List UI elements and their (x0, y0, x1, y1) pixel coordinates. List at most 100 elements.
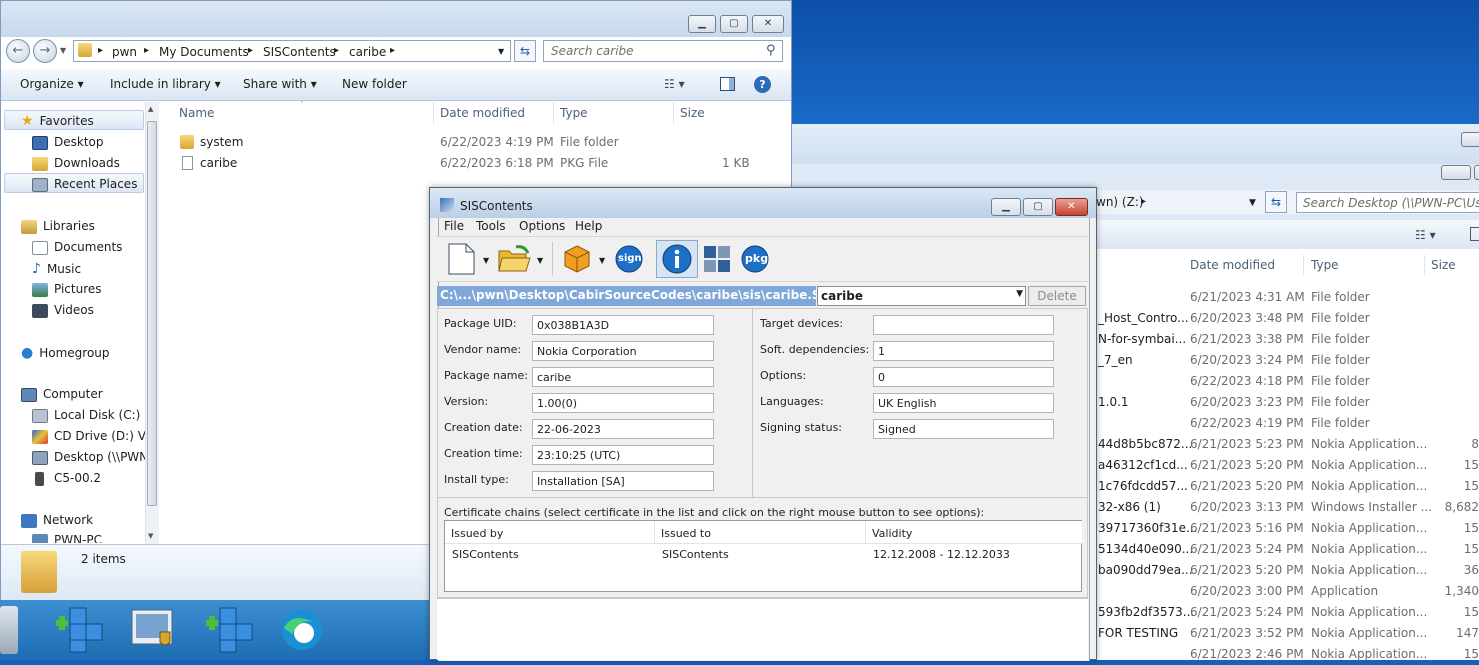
background-file-row[interactable]: 32-x86 (1) 6/20/2023 3:13 PM Windows Insta… (1090, 497, 1479, 518)
view-options-icon[interactable]: ☷ ▾ (1415, 228, 1436, 242)
nav-homegroup[interactable]: ● Homegroup (21, 345, 110, 365)
search-input[interactable]: Search caribe (543, 40, 783, 62)
nav-phone[interactable]: C5-00.2 (32, 471, 101, 491)
new-file-icon[interactable] (446, 243, 476, 275)
help-icon[interactable]: ? (754, 76, 771, 93)
edge-browser-icon[interactable] (278, 606, 326, 654)
column-header-date[interactable]: Date modified (1190, 258, 1275, 272)
background-file-row[interactable]: FOR TESTING 6/21/2023 3:52 PM Nokia Applic… (1090, 623, 1479, 644)
preview-pane-icon[interactable] (720, 77, 735, 91)
background-file-row[interactable]: 5134d40e090... 6/21/2023 5:24 PM Nokia App… (1090, 539, 1479, 560)
refresh-icon[interactable]: ⇆ (1265, 191, 1287, 213)
column-header-type[interactable]: Type (560, 106, 588, 120)
column-header-size[interactable]: Size (680, 106, 705, 120)
nav-recent-places[interactable]: Recent Places (32, 177, 137, 197)
dialog-close-button[interactable]: ✕ (1055, 198, 1088, 216)
components-icon[interactable] (703, 245, 733, 275)
cert-col-issued-by[interactable]: Issued by (445, 521, 655, 544)
prop-value-field[interactable]: 0x038B1A3D (532, 315, 714, 335)
column-header-size[interactable]: Size (1431, 258, 1456, 272)
preview-pane-icon[interactable] (1470, 227, 1479, 241)
nav-desktop[interactable]: Desktop (32, 135, 104, 155)
cert-col-validity[interactable]: Validity (866, 521, 1082, 544)
background-file-row[interactable]: 6/21/2023 2:46 PM Nokia Application... 15 (1090, 644, 1479, 665)
prop-value-field[interactable]: Nokia Corporation (532, 341, 714, 361)
background-minimize-button-2[interactable] (1441, 165, 1471, 180)
pkg-button[interactable]: pkg (740, 244, 770, 274)
address-dropdown-icon[interactable]: ▼ (1249, 198, 1256, 208)
prop-value-field[interactable]: UK English (873, 393, 1054, 413)
column-header-type[interactable]: Type (1311, 258, 1339, 272)
column-header-name[interactable]: Name (179, 106, 214, 120)
background-file-row[interactable]: 593fb2df3573... 6/21/2023 5:24 PM Nokia Ap… (1090, 602, 1479, 623)
prop-value-field[interactable]: 23:10:25 (UTC) (532, 445, 714, 465)
background-file-row[interactable]: _Host_Contro... 6/20/2023 3:48 PM File fol… (1090, 308, 1479, 329)
address-dropdown-icon[interactable]: ▼ (498, 47, 504, 56)
background-file-row[interactable]: ba090dd79ea... 6/21/2023 5:20 PM Nokia App… (1090, 560, 1479, 581)
maximize-button[interactable]: ▢ (720, 15, 748, 33)
nav-libraries[interactable]: Libraries (21, 219, 95, 239)
menu-tools[interactable]: Tools (476, 219, 506, 233)
address-bar[interactable]: ▸ pwn ▸ My Documents ▸ SISContents ▸ car… (73, 40, 511, 62)
delete-button[interactable]: Delete (1028, 286, 1086, 306)
taskbar-app-icon[interactable] (206, 606, 254, 654)
background-file-row[interactable]: 6/20/2023 3:00 PM Application 1,340 (1090, 581, 1479, 602)
scroll-down-icon[interactable]: ▼ (148, 532, 153, 540)
new-folder-button[interactable]: New folder (342, 77, 407, 91)
prop-value-field[interactable]: Signed (873, 419, 1054, 439)
new-dropdown-icon[interactable]: ▼ (483, 256, 489, 265)
back-button[interactable]: ← (6, 39, 30, 63)
prop-value-field[interactable] (873, 315, 1054, 335)
background-file-row[interactable]: 44d8b5bc872... 6/21/2023 5:23 PM Nokia App… (1090, 434, 1479, 455)
recent-pages-dropdown-icon[interactable]: ▼ (60, 46, 66, 55)
certificate-list[interactable]: Issued by Issued to Validity SISContents… (444, 520, 1082, 592)
background-search-input[interactable]: Search Desktop (\\PWN-PC\Users (1296, 192, 1479, 213)
menu-options[interactable]: Options (519, 219, 565, 233)
nav-scrollbar-thumb[interactable] (147, 121, 157, 506)
file-row[interactable]: system 6/22/2023 4:19 PM File folder (180, 135, 780, 155)
background-file-row[interactable]: 6/22/2023 4:19 PM File folder (1090, 413, 1479, 434)
background-maximize-button[interactable] (1474, 165, 1479, 180)
prop-value-field[interactable]: Installation [SA] (532, 471, 714, 491)
background-file-row[interactable]: 1.0.1 6/20/2023 3:23 PM File folder (1090, 392, 1479, 413)
package-dropdown-icon[interactable]: ▼ (599, 256, 605, 265)
menu-file[interactable]: File (444, 219, 464, 233)
view-options-icon[interactable]: ☷ ▾ (664, 77, 685, 91)
prop-value-field[interactable]: 0 (873, 367, 1054, 387)
nav-computer[interactable]: Computer (21, 387, 103, 407)
prop-value-field[interactable]: 22-06-2023 (532, 419, 714, 439)
breadcrumb-caribe[interactable]: caribe (349, 45, 386, 59)
nav-pwn-pc[interactable]: PWN-PC (32, 533, 102, 543)
background-address-bar[interactable]: wn) (Z:) (1096, 195, 1144, 209)
prop-value-field[interactable]: 1 (873, 341, 1054, 361)
nav-network-drive[interactable]: Desktop (\\PWN- (32, 450, 152, 470)
dialog-maximize-button[interactable]: ▢ (1023, 198, 1053, 216)
menu-help[interactable]: Help (575, 219, 602, 233)
background-file-row[interactable]: _7_en 6/20/2023 3:24 PM File folder (1090, 350, 1479, 371)
dialog-minimize-button[interactable]: ▁ (991, 198, 1021, 216)
close-button[interactable]: ✕ (752, 15, 784, 33)
taskbar-app-icon[interactable] (0, 606, 18, 654)
column-header-date[interactable]: Date modified (440, 106, 525, 120)
background-file-row[interactable]: 1c76fdcdd57... 6/21/2023 5:20 PM Nokia App… (1090, 476, 1479, 497)
nav-network[interactable]: Network (21, 513, 93, 533)
cert-col-issued-to[interactable]: Issued to (655, 521, 866, 544)
breadcrumb-my-documents[interactable]: My Documents (159, 45, 249, 59)
taskbar-app-icon[interactable] (130, 606, 178, 654)
scroll-up-icon[interactable]: ▲ (148, 105, 153, 113)
package-box-icon[interactable] (562, 244, 592, 274)
forward-button[interactable]: → (33, 39, 57, 63)
file-row[interactable]: caribe 6/22/2023 6:18 PM PKG File 1 KB (180, 156, 780, 176)
refresh-icon[interactable]: ⇆ (514, 40, 536, 62)
nav-pictures[interactable]: Pictures (32, 282, 102, 302)
info-icon[interactable] (661, 243, 692, 274)
nav-music[interactable]: ♪ Music (32, 261, 81, 281)
open-dropdown-icon[interactable]: ▼ (537, 256, 543, 265)
share-with-menu[interactable]: Share with ▾ (243, 77, 317, 91)
background-file-row[interactable]: N-for-symbai... 6/21/2023 3:38 PM File fol… (1090, 329, 1479, 350)
breadcrumb-siscontents[interactable]: SISContents (263, 45, 336, 59)
nav-downloads[interactable]: Downloads (32, 156, 120, 176)
select-dropdown-icon[interactable]: ▼ (1016, 289, 1023, 299)
nav-videos[interactable]: Videos (32, 303, 94, 323)
background-file-row[interactable]: 6/21/2023 4:31 AM File folder (1090, 287, 1479, 308)
